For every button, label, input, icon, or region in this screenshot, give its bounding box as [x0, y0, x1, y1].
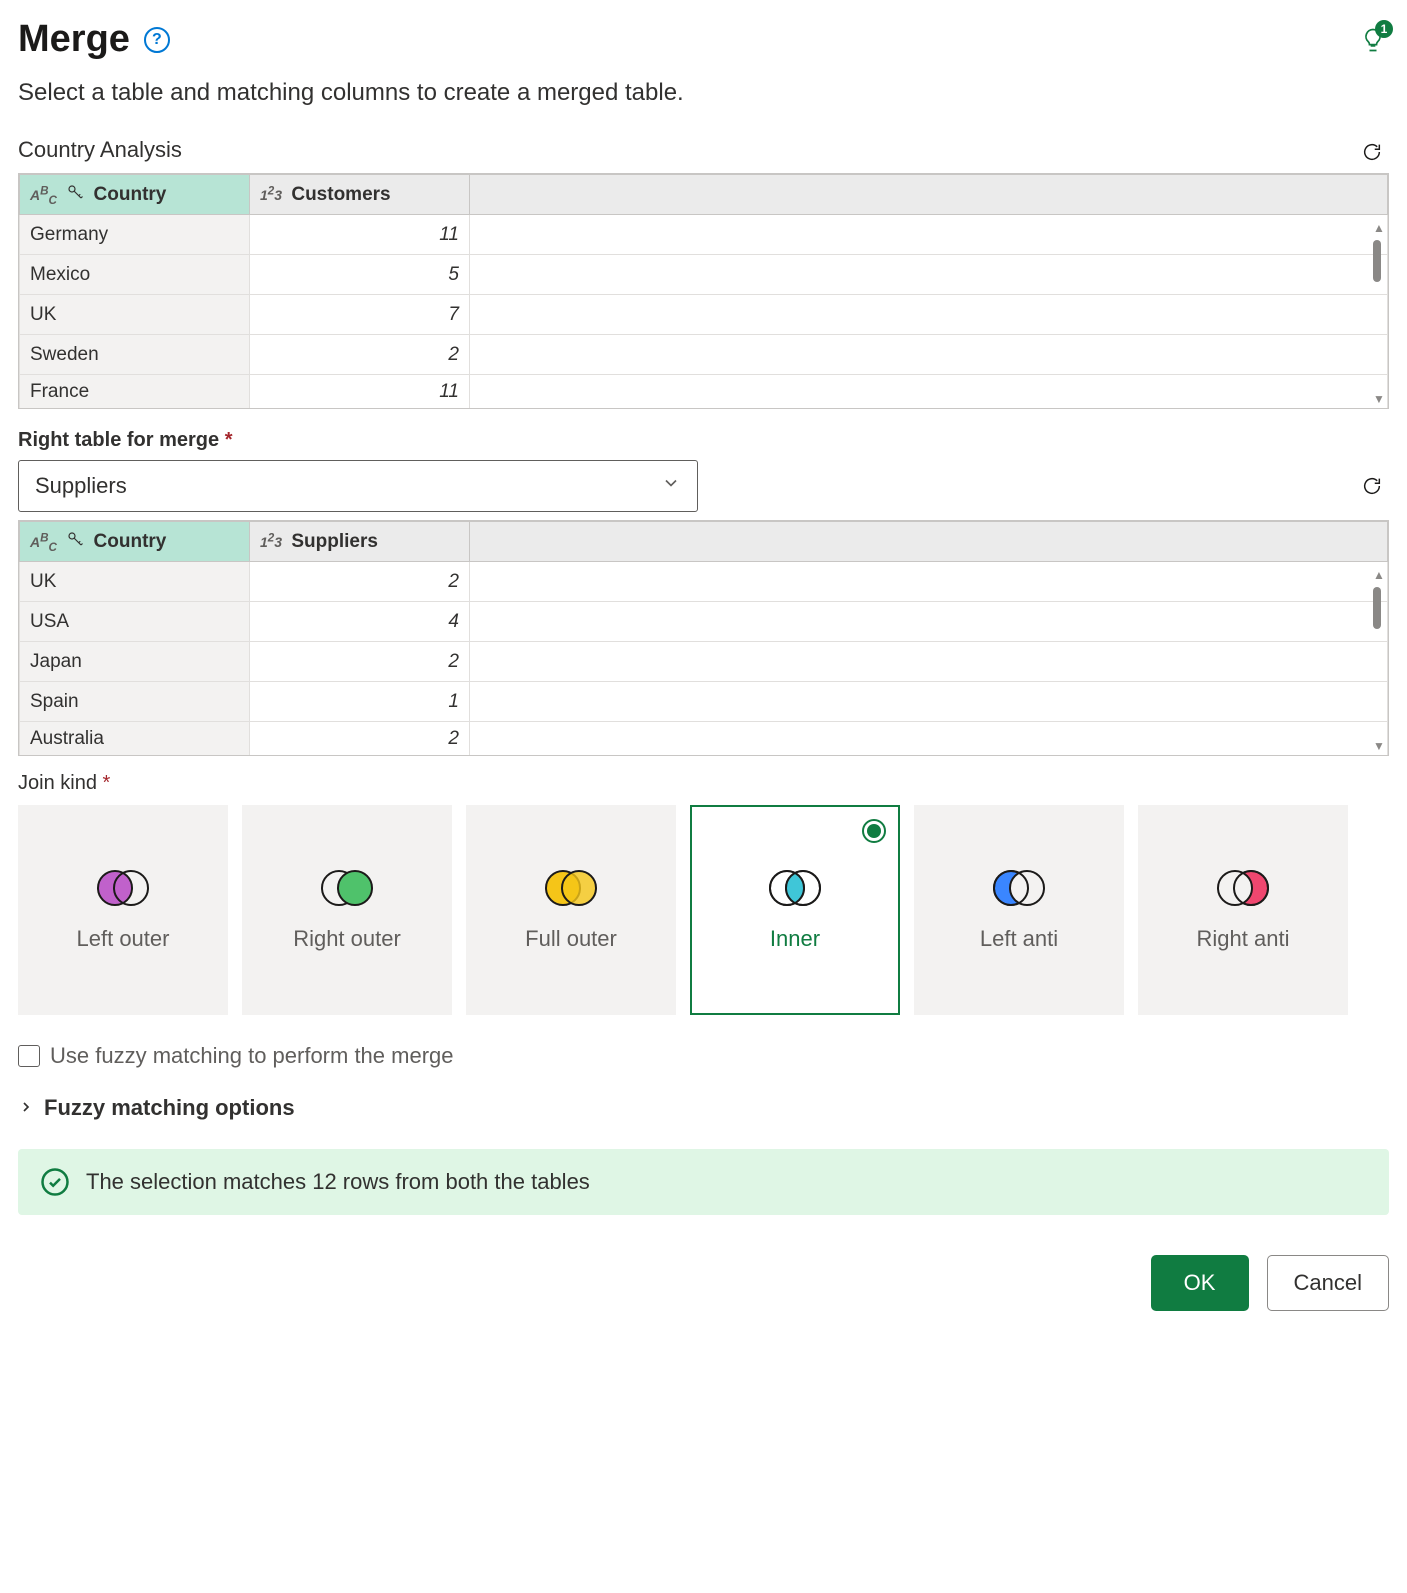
- left-col-customers-header[interactable]: 123 Customers: [250, 175, 470, 215]
- venn-inner-icon: [763, 868, 827, 908]
- refresh-right-table-button[interactable]: [1355, 469, 1389, 503]
- right-col-suppliers-header[interactable]: 123 Suppliers: [250, 522, 470, 562]
- join-left-anti[interactable]: Left anti: [914, 805, 1124, 1015]
- right-table-scrollbar[interactable]: ▲ ▼: [1370, 561, 1388, 755]
- cancel-button[interactable]: Cancel: [1267, 1255, 1389, 1311]
- left-table-preview: ABC Country 123 Customers Germany11 Mexi…: [18, 173, 1389, 409]
- join-right-outer[interactable]: Right outer: [242, 805, 452, 1015]
- table-row[interactable]: Australia2: [20, 722, 1388, 757]
- scroll-down-icon: ▼: [1373, 739, 1385, 753]
- key-icon: [66, 183, 84, 207]
- venn-right-outer-icon: [315, 868, 379, 908]
- scroll-up-icon: ▲: [1373, 221, 1385, 235]
- fuzzy-matching-checkbox-row: Use fuzzy matching to perform the merge: [18, 1043, 1389, 1069]
- left-col-filler: [470, 175, 1388, 215]
- table-row[interactable]: UK7: [20, 295, 1388, 335]
- table-row[interactable]: Japan2: [20, 642, 1388, 682]
- check-circle-icon: [40, 1167, 70, 1197]
- table-row[interactable]: Sweden2: [20, 335, 1388, 375]
- text-type-icon: ABC: [30, 534, 57, 550]
- join-full-outer[interactable]: Full outer: [466, 805, 676, 1015]
- venn-left-anti-icon: [987, 868, 1051, 908]
- join-inner[interactable]: Inner: [690, 805, 900, 1015]
- chevron-down-icon: [661, 473, 681, 499]
- key-icon: [66, 530, 84, 554]
- right-table-selected-value: Suppliers: [35, 473, 127, 499]
- dialog-footer: OK Cancel: [18, 1255, 1389, 1311]
- table-row[interactable]: UK2: [20, 562, 1388, 602]
- refresh-left-table-button[interactable]: [1355, 135, 1389, 169]
- scroll-thumb[interactable]: [1373, 587, 1381, 629]
- join-right-anti[interactable]: Right anti: [1138, 805, 1348, 1015]
- venn-right-anti-icon: [1211, 868, 1275, 908]
- scroll-down-icon: ▼: [1373, 392, 1385, 406]
- fuzzy-matching-checkbox[interactable]: [18, 1045, 40, 1067]
- scroll-up-icon: ▲: [1373, 568, 1385, 582]
- fuzzy-matching-label: Use fuzzy matching to perform the merge: [50, 1043, 454, 1069]
- join-left-outer[interactable]: Left outer: [18, 805, 228, 1015]
- scroll-thumb[interactable]: [1373, 240, 1381, 282]
- match-status-bar: The selection matches 12 rows from both …: [18, 1149, 1389, 1215]
- right-col-filler: [470, 522, 1388, 562]
- right-table-label: Right table for merge *: [18, 429, 1389, 452]
- text-type-icon: ABC: [30, 187, 57, 203]
- help-icon[interactable]: ?: [144, 27, 170, 53]
- tips-button[interactable]: 1: [1357, 24, 1389, 56]
- right-col-country-header[interactable]: ABC Country: [20, 522, 250, 562]
- number-type-icon: 123: [260, 187, 282, 203]
- fuzzy-options-expander[interactable]: Fuzzy matching options: [18, 1095, 1389, 1121]
- table-row[interactable]: France11: [20, 375, 1388, 410]
- table-row[interactable]: Mexico5: [20, 255, 1388, 295]
- match-status-text: The selection matches 12 rows from both …: [86, 1169, 590, 1195]
- chevron-right-icon: [18, 1095, 34, 1121]
- join-kind-label: Join kind *: [18, 772, 1389, 795]
- right-table-dropdown[interactable]: Suppliers: [18, 460, 698, 512]
- left-table-name: Country Analysis: [18, 137, 182, 163]
- venn-full-outer-icon: [539, 868, 603, 908]
- tips-count-badge: 1: [1375, 20, 1393, 38]
- left-table-scrollbar[interactable]: ▲ ▼: [1370, 214, 1388, 408]
- dialog-header: Merge ? 1: [18, 18, 1389, 61]
- table-row[interactable]: Spain1: [20, 682, 1388, 722]
- ok-button[interactable]: OK: [1151, 1255, 1249, 1311]
- left-col-country-header[interactable]: ABC Country: [20, 175, 250, 215]
- table-row[interactable]: USA4: [20, 602, 1388, 642]
- right-table-preview: ABC Country 123 Suppliers UK2 USA4 Japan…: [18, 520, 1389, 756]
- table-row[interactable]: Germany11: [20, 215, 1388, 255]
- join-selected-radio: [862, 819, 886, 843]
- dialog-title: Merge: [18, 18, 130, 61]
- venn-left-outer-icon: [91, 868, 155, 908]
- join-kind-options: Left outer Right outer Full outer Inner: [18, 805, 1389, 1015]
- dialog-subtitle: Select a table and matching columns to c…: [18, 79, 1389, 107]
- number-type-icon: 123: [260, 534, 282, 550]
